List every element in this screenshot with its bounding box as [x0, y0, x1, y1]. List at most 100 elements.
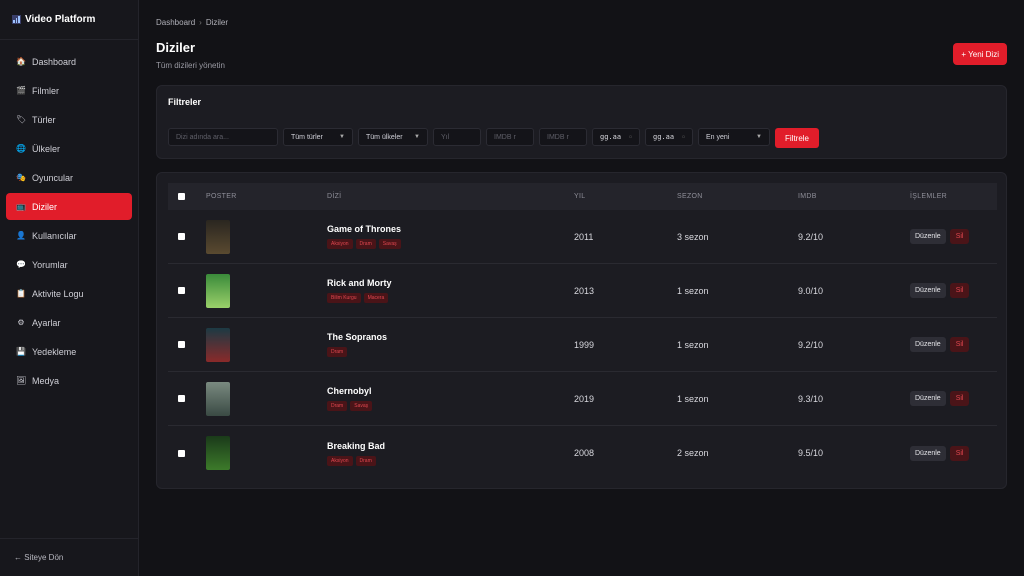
row-checkbox[interactable] — [178, 449, 185, 457]
filter-submit-button[interactable]: Filtrele — [775, 128, 820, 148]
genre-tag: Savaş — [350, 401, 373, 411]
sidebar-item-ulkeler[interactable]: 🌐 Ülkeler — [6, 135, 132, 162]
sidebar-item-icon: 👤 — [16, 231, 26, 240]
sidebar-item-filmler[interactable]: 🎬 Filmler — [6, 77, 132, 104]
edit-button[interactable]: Düzenle — [910, 283, 946, 298]
row-checkbox[interactable] — [178, 287, 185, 294]
actions-cell: Düzenle Sil — [910, 337, 997, 352]
row-select-cell — [168, 287, 206, 294]
poster-image[interactable] — [206, 436, 230, 470]
sidebar-item-ayarlar[interactable]: ⚙ Ayarlar — [6, 309, 132, 336]
row-checkbox[interactable] — [178, 233, 185, 240]
sort-select[interactable]: En yeni ▼ — [698, 128, 770, 146]
imdb-cell: 9.2/10 — [798, 339, 824, 350]
delete-button[interactable]: Sil — [949, 229, 970, 244]
delete-button[interactable]: Sil — [949, 283, 970, 298]
back-to-site-link[interactable]: ← Siteye Dön — [0, 538, 139, 576]
table-row: Rick and Morty Bilim Kurgu Macera 2013 1 sez… — [168, 264, 997, 318]
season-cell: 1 sezon — [677, 339, 709, 350]
edit-button[interactable]: Düzenle — [910, 229, 946, 244]
year-cell: 2008 — [574, 448, 595, 458]
sidebar-item-turler[interactable]: 🏷 Türler — [6, 106, 132, 133]
year-cell: 2013 — [574, 285, 595, 296]
calendar-icon: ▫ — [628, 134, 632, 140]
select-all-checkbox[interactable] — [178, 193, 185, 200]
imdb-max-input[interactable]: IMDB r — [539, 128, 587, 146]
delete-button[interactable]: Sil — [949, 445, 970, 461]
calendar-icon: ▫ — [681, 134, 685, 140]
series-title[interactable]: The Sopranos — [327, 332, 574, 342]
poster-image[interactable] — [206, 327, 230, 362]
delete-button[interactable]: Sil — [949, 337, 970, 352]
sidebar-item-dashboard[interactable]: 🏠 Dashboard — [6, 48, 132, 75]
country-select[interactable]: Tüm ülkeler ▼ — [358, 128, 428, 146]
delete-button[interactable]: Sil — [949, 391, 970, 406]
sidebar-item-icon: 💾 — [16, 347, 26, 356]
row-checkbox[interactable] — [178, 341, 185, 348]
sidebar-item-label: Ayarlar — [32, 317, 61, 328]
header-imdb[interactable]: IMDB — [798, 193, 910, 200]
sidebar-item-icon: 💬 — [16, 260, 26, 269]
new-series-button[interactable]: + Yeni Dizi — [953, 43, 1007, 65]
edit-button[interactable]: Düzenle — [910, 337, 946, 352]
series-title[interactable]: Breaking Bad — [327, 441, 574, 451]
sidebar-item-yedekleme[interactable]: 💾 Yedekleme — [6, 338, 132, 365]
genre-select[interactable]: Tüm türler ▼ — [283, 128, 353, 146]
sidebar-item-label: Kullanıcılar — [32, 230, 77, 241]
breadcrumb-dashboard[interactable]: Dashboard — [156, 18, 195, 27]
genre-tags: Aksiyon Dram Savaş — [327, 239, 574, 249]
date-to-value: gg.aa — [653, 133, 675, 141]
row-actions: Düzenle Sil — [910, 283, 997, 298]
year-input[interactable]: Yıl — [433, 128, 481, 146]
year-cell: 2019 — [574, 393, 595, 404]
edit-button[interactable]: Düzenle — [910, 445, 946, 461]
brand[interactable]: Video Platform — [0, 0, 138, 40]
date-to-input[interactable]: gg.aa ▫ — [645, 128, 693, 146]
sidebar-item-icon: 🎬 — [16, 86, 26, 95]
select-all-cell — [168, 193, 206, 200]
edit-button[interactable]: Düzenle — [910, 391, 946, 406]
row-select-cell — [168, 341, 206, 348]
poster-cell — [206, 381, 327, 416]
row-checkbox[interactable] — [178, 395, 185, 402]
season-cell: 1 sezon — [677, 285, 709, 296]
sidebar-item-oyuncular[interactable]: 🎭 Oyuncular — [6, 164, 132, 191]
date-from-input[interactable]: gg.aa ▫ — [592, 128, 640, 146]
header-title[interactable]: DİZİ — [327, 193, 574, 200]
sidebar-item-medya[interactable]: 🖼 Medya — [6, 367, 132, 394]
genre-tags: Bilim Kurgu Macera — [327, 293, 574, 303]
chevron-down-icon: ▼ — [414, 134, 420, 140]
chevron-down-icon: ▼ — [756, 134, 762, 140]
sidebar-item-yorumlar[interactable]: 💬 Yorumlar — [6, 251, 132, 278]
sidebar-item-label: Yedekleme — [32, 346, 77, 357]
poster-image[interactable] — [206, 273, 230, 308]
sidebar-item-label: Filmler — [32, 85, 59, 96]
series-title[interactable]: Game of Thrones — [327, 224, 574, 234]
breadcrumb: Dashboard › Diziler — [156, 18, 228, 27]
imdb-min-input[interactable]: IMDB r — [486, 128, 534, 146]
header-season[interactable]: SEZON — [677, 193, 798, 200]
year-cell: 2011 — [574, 231, 594, 242]
country-select-value: Tüm ülkeler — [366, 133, 403, 141]
actions-cell: Düzenle Sil — [910, 445, 997, 461]
poster-image[interactable] — [206, 219, 230, 254]
sidebar-item-label: Diziler — [32, 201, 58, 212]
series-title[interactable]: Rick and Morty — [327, 278, 574, 288]
filters-title: Filtreler — [168, 97, 202, 107]
sidebar-item-icon: 📺 — [16, 202, 26, 211]
sidebar-item-aktivite-logu[interactable]: 📋 Aktivite Logu — [6, 280, 132, 307]
poster-image[interactable] — [206, 381, 230, 416]
row-select-cell — [168, 233, 206, 240]
row-actions: Düzenle Sil — [910, 391, 997, 406]
sidebar-item-label: Türler — [32, 114, 56, 125]
sidebar-item-label: Aktivite Logu — [32, 288, 84, 299]
header-year[interactable]: YIL — [574, 193, 677, 200]
sidebar-item-kullanicilar[interactable]: 👤 Kullanıcılar — [6, 222, 132, 249]
series-title[interactable]: Chernobyl — [327, 386, 574, 396]
sidebar: Video Platform 🏠 Dashboard 🎬 Filmler 🏷 Türler… — [0, 0, 139, 576]
season-cell: 3 sezon — [677, 231, 709, 242]
search-input[interactable]: Dizi adında ara... — [168, 128, 278, 146]
sort-select-value: En yeni — [706, 133, 730, 141]
table-row: The Sopranos Dram 1999 1 sezon 9.2/10 Düzenle… — [168, 318, 997, 372]
sidebar-item-diziler[interactable]: 📺 Diziler — [6, 193, 132, 220]
